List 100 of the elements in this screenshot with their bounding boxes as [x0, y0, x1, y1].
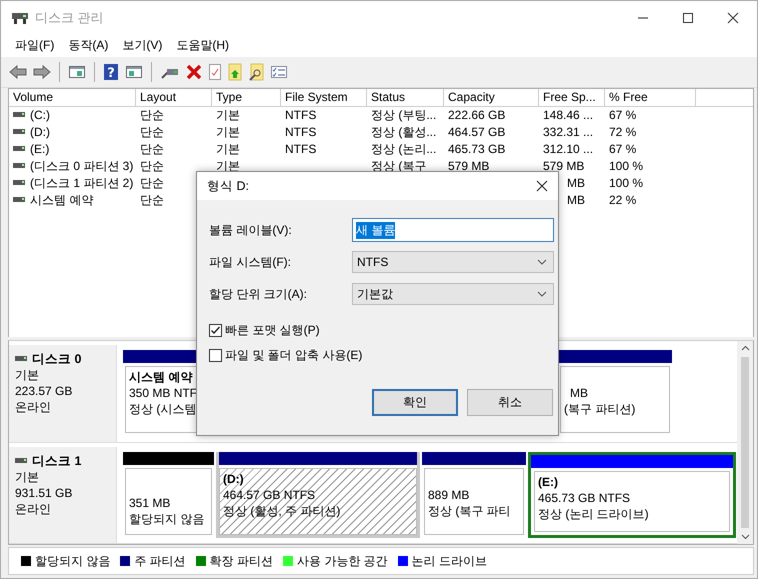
help-icon[interactable]: ? [103, 62, 119, 81]
field-label: 할당 단위 크기(A): [209, 286, 308, 302]
close-icon[interactable] [727, 12, 739, 24]
disk-status: 온라인 [15, 399, 52, 416]
disk-type: 기본 [15, 468, 40, 485]
dialog-title: 형식 D: [207, 178, 249, 194]
column-header[interactable]: Layout [136, 88, 212, 106]
table-cell: 465.73 GB [448, 140, 506, 158]
checklist-icon[interactable] [270, 64, 288, 80]
volume-name: (C:) [30, 106, 50, 124]
checkbox[interactable] [209, 324, 222, 337]
menu-item[interactable]: 동작(A) [68, 37, 108, 54]
table-cell: 단순 [140, 106, 164, 124]
column-header[interactable]: % Free [605, 88, 696, 106]
table-cell: 72 % [609, 124, 636, 141]
table-cell: 100 % [609, 174, 644, 192]
partition-size: 350 MB NTF [129, 385, 198, 402]
window-title: 디스크 관리 [35, 8, 104, 27]
legend-label: 할당되지 않음 [35, 552, 110, 570]
menu-item[interactable]: 도움말(H) [176, 37, 229, 54]
forward-arrow-icon[interactable] [33, 64, 51, 80]
legend-label: 사용 가능한 공간 [297, 552, 388, 570]
table-cell: 579 MB [448, 158, 490, 175]
column-header[interactable]: Status [367, 88, 444, 106]
column-header[interactable]: Capacity [444, 88, 539, 106]
checkbox-label[interactable]: 빠른 포맷 실행(P) [225, 322, 320, 339]
table-cell-text: MB [566, 174, 585, 192]
dropdown[interactable]: 기본값 [352, 283, 554, 305]
table-cell: 단순 [140, 158, 164, 175]
partition-name: (D:) [223, 470, 244, 487]
chevron-down-icon[interactable] [537, 291, 547, 297]
legend-label: 주 파티션 [134, 552, 186, 570]
close-icon[interactable] [536, 180, 548, 192]
table-cell: NTFS [285, 124, 316, 141]
partition-status: 정상 (논리 드라이브) [538, 506, 649, 522]
checked-document-icon[interactable] [208, 62, 222, 81]
field-label: 볼륨 레이블(V): [209, 222, 293, 238]
table-cell: 464.57 GB [448, 124, 506, 141]
column-header[interactable]: Type [212, 88, 281, 106]
disk-name: 디스크 0 [32, 351, 82, 368]
partition-size: 464.57 GB NTFS [223, 486, 316, 503]
scrollbar[interactable] [737, 341, 753, 544]
table-cell-text: MB [566, 192, 585, 209]
table-cell: 332.31 ... [543, 124, 594, 141]
table-cell: NTFS [285, 140, 316, 158]
table-cell: 정상 (논리... [371, 140, 436, 158]
volume-name: (D:) [30, 124, 50, 141]
disk-type: 기본 [15, 367, 40, 384]
back-arrow-icon[interactable] [9, 64, 27, 80]
field-label: 파일 시스템(F): [209, 254, 292, 270]
column-header[interactable]: Volume [9, 88, 136, 106]
drive-icon [13, 163, 25, 170]
table-cell: 579 MB [543, 158, 584, 175]
menu-item[interactable]: 파일(F) [15, 37, 54, 54]
menu-item[interactable]: 보기(V) [122, 37, 162, 54]
partition-block[interactable]: (D:) 464.57 GB NTFS 정상 (활성, 주 파티션) [216, 452, 420, 538]
panel-icon[interactable] [125, 64, 143, 80]
checkbox-label[interactable]: 파일 및 폴더 압축 사용(E) [225, 347, 362, 364]
drive-icon [13, 129, 25, 136]
partition-size: 351 MB [129, 494, 170, 511]
maximize-icon[interactable] [682, 12, 694, 24]
checkbox[interactable] [209, 349, 222, 362]
disk-status: 온라인 [15, 500, 52, 517]
legend-label: 논리 드라이브 [412, 552, 488, 570]
scroll-up-icon[interactable] [740, 345, 750, 352]
scroll-down-icon[interactable] [740, 534, 750, 540]
dialog-button[interactable]: 취소 [467, 389, 553, 416]
table-cell: NTFS [285, 106, 316, 124]
table-cell: 기본 [216, 140, 240, 158]
partition-status: (복구 파티션) [564, 401, 636, 418]
table-cell: 22 % [609, 192, 636, 209]
volume-name: 시스템 예약 [30, 192, 94, 209]
panel-icon[interactable] [68, 64, 86, 80]
dropdown[interactable]: NTFS [352, 251, 554, 273]
disk-name: 디스크 1 [32, 452, 82, 469]
volume-label-field[interactable]: 새 볼륨 [352, 218, 554, 242]
column-header[interactable]: Free Sp... [539, 88, 605, 106]
volume-name: (E:) [30, 140, 50, 158]
table-cell: 67 % [609, 140, 636, 158]
table-cell: 222.66 GB [448, 106, 506, 124]
chevron-down-icon[interactable] [537, 259, 547, 265]
table-cell: 148.46 ... [543, 106, 594, 124]
disk-drive-icon [11, 10, 29, 25]
partition-size: 889 MB [428, 486, 470, 503]
column-header[interactable]: File System [281, 88, 367, 106]
dialog-button[interactable]: 확인 [372, 389, 458, 416]
delete-icon[interactable] [186, 64, 202, 80]
table-cell: 단순 [140, 174, 164, 192]
drive-icon [13, 197, 25, 204]
table-cell: 100 % [609, 158, 644, 175]
table-cell: 단순 [140, 124, 164, 141]
partition-name: 시스템 예약 [129, 369, 192, 386]
folder-search-icon[interactable] [248, 62, 264, 81]
table-cell: 정상 (활성... [371, 124, 436, 141]
disk-size: 223.57 GB [15, 383, 74, 400]
partition-status: 정상 (활성, 주 파티션) [223, 502, 340, 519]
drive-icon [13, 180, 25, 186]
partition-block[interactable]: (E:) 465.73 GB NTFS 정상 (논리 드라이브) [528, 452, 736, 538]
table-cell: 67 % [609, 106, 636, 124]
table-cell: 단순 [140, 140, 164, 158]
